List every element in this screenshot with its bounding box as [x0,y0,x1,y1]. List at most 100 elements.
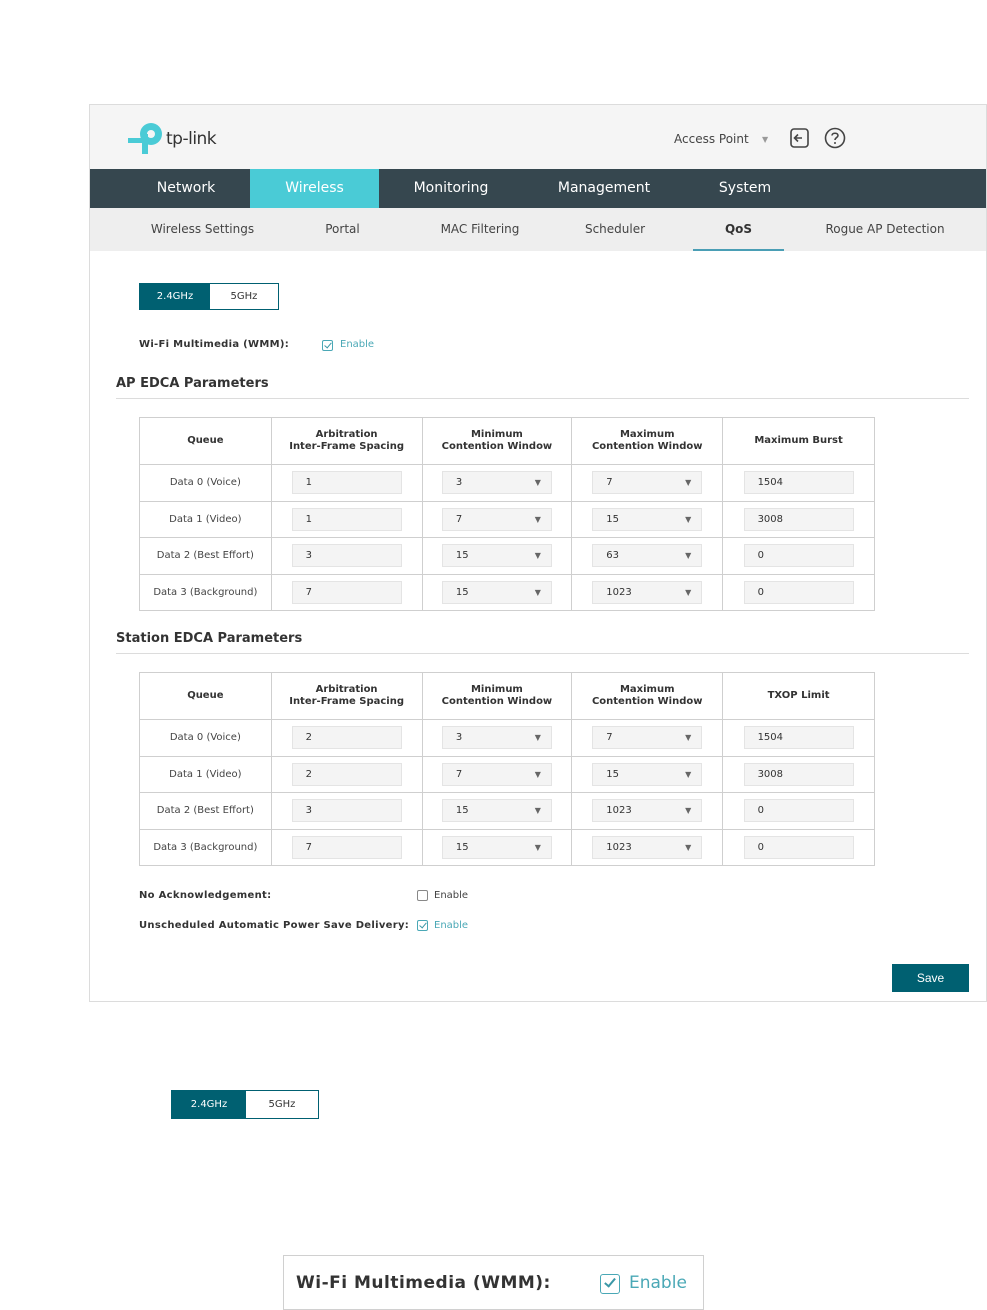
cwmin-select[interactable]: 15 ▼ [441,580,552,604]
wmm-enable-label: Enable [629,1273,687,1293]
cwmax-select[interactable]: 15 ▼ [592,762,703,786]
cwmax-select[interactable]: 1023 ▼ [592,799,703,823]
main-nav: Network Wireless Monitoring Management S… [90,169,986,208]
aifs-input[interactable]: 7 [291,835,402,859]
wmm-label: Wi-Fi Multimedia (WMM): [296,1273,551,1293]
chevron-down-icon: ▼ [685,478,692,488]
table-row: Data 0 (Voice) 2 3 ▼ 7 ▼ 1504 [139,719,875,757]
chevron-down-icon: ▼ [534,806,541,816]
chevron-down-icon[interactable]: ▼ [762,135,768,144]
nav-management[interactable]: Management [540,169,668,208]
cwmin-select[interactable]: 15 ▼ [441,799,552,823]
cwmin-select[interactable]: 7 ▼ [441,507,552,531]
app-window: tp-link Access Point ▼ Network Wireless … [89,104,987,1002]
chevron-down-icon: ▼ [685,842,692,852]
col-queue: Queue [139,417,272,465]
nav-monitoring[interactable]: Monitoring [390,169,512,208]
band-tab-5ghz[interactable]: 5GHz [210,284,278,309]
wmm-checkbox[interactable] [600,1274,620,1294]
aifs-input[interactable]: 3 [291,799,402,823]
table-row: Data 3 (Background) 7 15 ▼ 1023 ▼ 0 [139,573,875,611]
mode-select[interactable]: Access Point [674,132,749,146]
col-cwmin: Minimum Contention Window [421,417,573,465]
col-queue: Queue [139,672,272,720]
max-burst-input[interactable]: 1504 [743,471,854,495]
cwmax-select[interactable]: 7 ▼ [592,726,703,750]
nav-network[interactable]: Network [125,169,247,208]
wmm-enable-label: Enable [340,339,375,350]
aifs-input[interactable]: 1 [291,507,402,531]
help-icon[interactable] [824,127,846,149]
cwmax-select[interactable]: 1023 ▼ [592,580,703,604]
divider [116,653,969,654]
callout-wmm: Wi-Fi Multimedia (WMM): Enable [283,1255,704,1310]
cwmax-select[interactable]: 1023 ▼ [592,835,703,859]
max-burst-input[interactable]: 0 [743,580,854,604]
txop-limit-input[interactable]: 3008 [743,762,854,786]
cwmin-select[interactable]: 3 ▼ [441,726,552,750]
cwmin-select[interactable]: 15 ▼ [441,835,552,859]
tab-qos[interactable]: QoS [693,208,784,251]
aifs-input[interactable]: 3 [291,544,402,568]
chevron-down-icon: ▼ [534,733,541,743]
wmm-checkbox[interactable] [322,340,333,351]
divider [116,398,969,399]
chevron-down-icon: ▼ [685,769,692,779]
station-edca-title: Station EDCA Parameters [116,631,303,646]
tab-mac-filtering[interactable]: MAC Filtering [425,208,535,251]
band-tab-2-4ghz[interactable]: 2.4GHz [172,1091,246,1118]
chevron-down-icon: ▼ [534,769,541,779]
aifs-input[interactable]: 2 [291,726,402,750]
aifs-input[interactable]: 1 [291,471,402,495]
col-aifs: Arbitration Inter-Frame Spacing [270,672,423,720]
cwmin-select[interactable]: 15 ▼ [441,544,552,568]
cwmin-select[interactable]: 7 ▼ [441,762,552,786]
col-aifs: Arbitration Inter-Frame Spacing [270,417,423,465]
cwmax-select[interactable]: 15 ▼ [592,507,703,531]
uapsd-checkbox[interactable] [417,920,428,931]
max-burst-input[interactable]: 0 [743,544,854,568]
ap-edca-title: AP EDCA Parameters [116,376,269,391]
chevron-down-icon: ▼ [534,478,541,488]
chevron-down-icon: ▼ [534,842,541,852]
txop-limit-input[interactable]: 0 [743,799,854,823]
logout-icon[interactable] [788,127,810,149]
max-burst-input[interactable]: 3008 [743,507,854,531]
tab-portal[interactable]: Portal [305,208,380,251]
uapsd-enable-label: Enable [434,920,469,931]
cwmin-select[interactable]: 3 ▼ [441,471,552,495]
queue-name: Data 0 (Voice) [139,464,272,502]
table-row: Data 1 (Video) 1 7 ▼ 15 ▼ 3008 [139,500,875,538]
txop-limit-input[interactable]: 0 [743,835,854,859]
tab-wireless-settings[interactable]: Wireless Settings [140,208,265,251]
cwmax-select[interactable]: 63 ▼ [592,544,703,568]
cwmax-select[interactable]: 7 ▼ [592,471,703,495]
save-button[interactable]: Save [892,964,969,992]
chevron-down-icon: ▼ [685,733,692,743]
ap-edca-table: Queue Arbitration Inter-Frame Spacing Min… [139,417,875,611]
col-max-burst: Maximum Burst [722,417,875,465]
tab-rogue-ap-detection[interactable]: Rogue AP Detection [815,208,955,251]
col-cwmax: Maximum Contention Window [571,417,724,465]
brand-name: tp-link [166,129,217,149]
queue-name: Data 3 (Background) [139,573,272,611]
aifs-input[interactable]: 2 [291,762,402,786]
no-ack-checkbox[interactable] [417,890,428,901]
chevron-down-icon: ▼ [534,551,541,561]
table-row: Data 2 (Best Effort) 3 15 ▼ 63 ▼ 0 [139,537,875,575]
band-tab-5ghz[interactable]: 5GHz [246,1091,318,1118]
aifs-input[interactable]: 7 [291,580,402,604]
chevron-down-icon: ▼ [685,514,692,524]
station-edca-table: Queue Arbitration Inter-Frame Spacing Min… [139,672,875,866]
nav-system[interactable]: System [700,169,790,208]
queue-name: Data 1 (Video) [139,755,272,793]
band-tabs: 2.4GHz 5GHz [139,283,279,310]
col-cwmax: Maximum Contention Window [571,672,724,720]
chevron-down-icon: ▼ [534,514,541,524]
tab-scheduler[interactable]: Scheduler [570,208,660,251]
nav-wireless[interactable]: Wireless [250,169,379,208]
table-row: Data 1 (Video) 2 7 ▼ 15 ▼ 3008 [139,755,875,793]
no-ack-enable-label: Enable [434,890,469,901]
txop-limit-input[interactable]: 1504 [743,726,854,750]
band-tab-2-4ghz[interactable]: 2.4GHz [140,284,210,309]
